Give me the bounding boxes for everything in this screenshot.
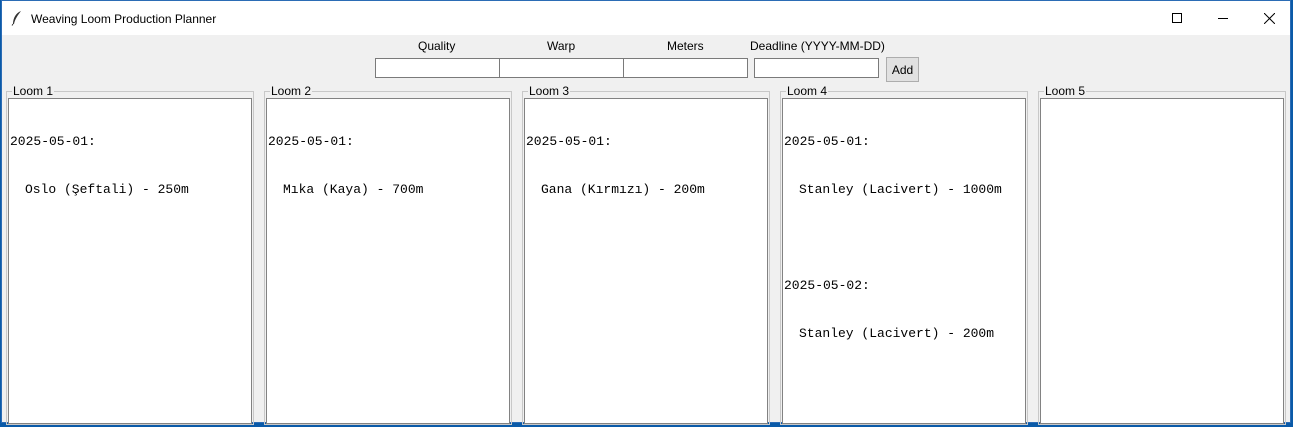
warp-label: Warp: [547, 39, 576, 53]
loom-title-1: Loom 1: [12, 84, 55, 98]
loom-title-5: Loom 5: [1044, 84, 1087, 98]
schedule-date: 2025-05-02:: [784, 278, 870, 293]
schedule-date: 2025-05-01:: [268, 134, 354, 149]
app-window: Weaving Loom Production Planner Quality …: [1, 0, 1291, 425]
deadline-label: Deadline (YYYY-MM-DD): [750, 39, 885, 53]
loom-title-3: Loom 3: [528, 84, 571, 98]
schedule-date: 2025-05-01:: [784, 134, 870, 149]
close-icon: [1263, 12, 1275, 24]
loom-list-5[interactable]: [1040, 98, 1284, 424]
quality-label: Quality: [418, 39, 456, 53]
loom-title-2: Loom 2: [270, 84, 313, 98]
close-button[interactable]: [1246, 1, 1292, 35]
schedule-entry: Mıka (Kaya) - 700m: [283, 182, 424, 197]
meters-label: Meters: [667, 39, 704, 53]
loom-list-4[interactable]: 2025-05-01: Stanley (Lacivert) - 1000m 2…: [782, 98, 1026, 424]
minimize-icon: [1218, 13, 1228, 23]
maximize-icon: [1172, 13, 1182, 23]
warp-input[interactable]: [499, 58, 624, 78]
loom-list-3[interactable]: 2025-05-01: Gana (Kırmızı) - 200m: [524, 98, 768, 424]
title-bar[interactable]: Weaving Loom Production Planner: [2, 1, 1290, 35]
add-button[interactable]: Add: [886, 57, 919, 82]
loom-list-2[interactable]: 2025-05-01: Mıka (Kaya) - 700m: [266, 98, 510, 424]
schedule-entry: Stanley (Lacivert) - 200m: [799, 326, 995, 341]
window-title: Weaving Loom Production Planner: [31, 12, 217, 26]
schedule-entry: Gana (Kırmızı) - 200m: [541, 182, 705, 197]
deadline-input[interactable]: [754, 58, 879, 78]
schedule-date: 2025-05-01:: [10, 134, 96, 149]
maximize-button[interactable]: [1154, 1, 1200, 35]
minimize-button[interactable]: [1200, 1, 1246, 35]
feather-icon: [10, 10, 24, 26]
schedule-date: 2025-05-01:: [526, 134, 612, 149]
quality-input[interactable]: [375, 58, 500, 78]
schedule-entry: Stanley (Lacivert) - 1000m: [799, 182, 1002, 197]
schedule-entry: Oslo (Şeftali) - 250m: [25, 182, 189, 197]
loom-title-4: Loom 4: [786, 84, 829, 98]
meters-input[interactable]: [623, 58, 748, 78]
loom-list-1[interactable]: 2025-05-01: Oslo (Şeftali) - 250m: [8, 98, 252, 424]
